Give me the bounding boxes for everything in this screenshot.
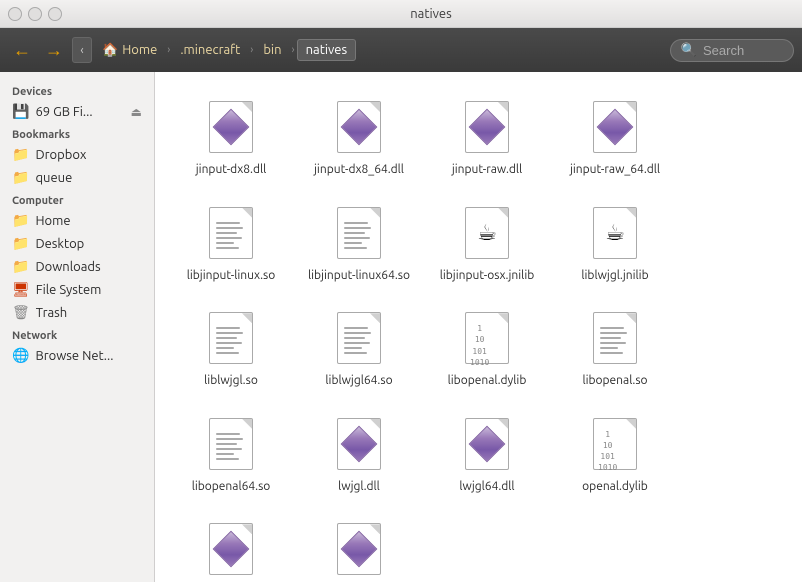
file-item[interactable]: liblwjgl.so bbox=[171, 299, 291, 397]
home-icon: 🏠 bbox=[102, 43, 118, 58]
file-item[interactable]: libjinput-linux64.so bbox=[299, 194, 419, 292]
file-icon bbox=[204, 413, 258, 475]
back-button[interactable]: ← bbox=[8, 36, 36, 64]
file-name: libopenal.so bbox=[582, 373, 647, 389]
search-icon: 🔍 bbox=[681, 43, 697, 58]
file-item[interactable]: libjinput-linux.so bbox=[171, 194, 291, 292]
sidebar-item-desktop[interactable]: 📁 Desktop bbox=[0, 232, 154, 255]
file-icon bbox=[460, 413, 514, 475]
trash-icon: 🗑 bbox=[12, 304, 30, 321]
file-icon bbox=[204, 96, 258, 158]
toolbar: ← → ‹ 🏠 Home › .minecraft › bin › native… bbox=[0, 28, 802, 72]
forward-button[interactable]: → bbox=[40, 36, 68, 64]
breadcrumb-natives[interactable]: natives bbox=[297, 39, 356, 61]
hdd-icon: 💾 bbox=[12, 103, 29, 120]
file-item[interactable]: jinput-dx8_64.dll bbox=[299, 88, 419, 186]
file-item[interactable]: lwjgl.dll bbox=[299, 405, 419, 503]
file-item[interactable]: OpenAL64.dll bbox=[299, 510, 419, 582]
file-icon: ☕ bbox=[460, 202, 514, 264]
titlebar: natives bbox=[0, 0, 802, 28]
file-icon: 1101011010 bbox=[588, 413, 642, 475]
file-item[interactable]: liblwjgl64.so bbox=[299, 299, 419, 397]
file-item[interactable]: OpenAL32.dll bbox=[171, 510, 291, 582]
file-name: liblwjgl.so bbox=[204, 373, 258, 389]
sidebar-item-home[interactable]: 📁 Home bbox=[0, 209, 154, 232]
sidebar-item-hdd[interactable]: 💾 69 GB Fi... ⏏ bbox=[0, 100, 154, 123]
file-item[interactable]: jinput-raw.dll bbox=[427, 88, 547, 186]
sidebar-item-queue[interactable]: 📁 queue bbox=[0, 166, 154, 189]
file-name: liblwjgl64.so bbox=[325, 373, 392, 389]
close-button[interactable] bbox=[8, 7, 22, 21]
eject-icon[interactable]: ⏏ bbox=[131, 105, 142, 119]
breadcrumb-minecraft[interactable]: .minecraft bbox=[172, 40, 248, 60]
file-item[interactable]: lwjgl64.dll bbox=[427, 405, 547, 503]
file-item[interactable]: ☕ libjinput-osx.jnilib bbox=[427, 194, 547, 292]
window-title: natives bbox=[68, 7, 794, 21]
search-input[interactable] bbox=[703, 43, 783, 58]
file-name: jinput-dx8.dll bbox=[196, 162, 267, 178]
desktop-folder-icon: 📁 bbox=[12, 235, 29, 252]
file-area: jinput-dx8.dll jinput-dx8_64.dll jinput-… bbox=[155, 72, 802, 582]
file-icon bbox=[204, 202, 258, 264]
file-name: jinput-dx8_64.dll bbox=[314, 162, 404, 178]
downloads-folder-icon: 📁 bbox=[12, 258, 29, 275]
breadcrumb-bin[interactable]: bin bbox=[255, 40, 289, 60]
sidebar-item-trash[interactable]: 🗑 Trash bbox=[0, 301, 154, 324]
file-item[interactable]: 1101011010 libopenal.dylib bbox=[427, 299, 547, 397]
file-item[interactable]: libopenal.so bbox=[555, 299, 675, 397]
sidebar-item-dropbox[interactable]: 📁 Dropbox bbox=[0, 143, 154, 166]
sidebar: Devices 💾 69 GB Fi... ⏏ Bookmarks 📁 Drop… bbox=[0, 72, 155, 582]
file-name: libjinput-osx.jnilib bbox=[440, 268, 535, 284]
file-icon bbox=[332, 518, 386, 580]
file-icon bbox=[204, 518, 258, 580]
file-icon bbox=[460, 96, 514, 158]
file-name: jinput-raw.dll bbox=[452, 162, 522, 178]
file-item[interactable]: libopenal64.so bbox=[171, 405, 291, 503]
file-icon bbox=[332, 413, 386, 475]
file-name: libopenal.dylib bbox=[448, 373, 527, 389]
file-item[interactable]: jinput-raw_64.dll bbox=[555, 88, 675, 186]
file-icon: ☕ bbox=[588, 202, 642, 264]
file-name: lwjgl.dll bbox=[338, 479, 380, 495]
maximize-button[interactable] bbox=[48, 7, 62, 21]
file-icon bbox=[588, 307, 642, 369]
filesystem-icon: 🖥 bbox=[12, 281, 30, 298]
folder-icon: 📁 bbox=[12, 146, 29, 163]
file-name: libjinput-linux64.so bbox=[308, 268, 410, 284]
file-name: openal.dylib bbox=[582, 479, 648, 495]
file-icon bbox=[332, 96, 386, 158]
minimize-button[interactable] bbox=[28, 7, 42, 21]
file-name: libjinput-linux.so bbox=[187, 268, 276, 284]
network-icon: 🌐 bbox=[12, 347, 29, 364]
file-name: lwjgl64.dll bbox=[459, 479, 514, 495]
home-folder-icon: 📁 bbox=[12, 212, 29, 229]
sidebar-section-devices: Devices bbox=[0, 80, 154, 100]
file-name: liblwjgl.jnilib bbox=[581, 268, 648, 284]
file-name: jinput-raw_64.dll bbox=[570, 162, 660, 178]
sidebar-section-computer: Computer bbox=[0, 189, 154, 209]
file-item[interactable]: 1101011010 openal.dylib bbox=[555, 405, 675, 503]
file-name: libopenal64.so bbox=[192, 479, 271, 495]
breadcrumb-toggle[interactable]: ‹ bbox=[72, 37, 92, 63]
folder-icon: 📁 bbox=[12, 169, 29, 186]
sidebar-item-filesystem[interactable]: 🖥 File System bbox=[0, 278, 154, 301]
file-icon: 1101011010 bbox=[460, 307, 514, 369]
file-icon bbox=[332, 307, 386, 369]
file-icon bbox=[332, 202, 386, 264]
sidebar-item-downloads[interactable]: 📁 Downloads bbox=[0, 255, 154, 278]
sidebar-section-bookmarks: Bookmarks bbox=[0, 123, 154, 143]
sidebar-section-network: Network bbox=[0, 324, 154, 344]
breadcrumb: ‹ 🏠 Home › .minecraft › bin › natives bbox=[72, 37, 666, 63]
file-icon bbox=[204, 307, 258, 369]
file-item[interactable]: ☕ liblwjgl.jnilib bbox=[555, 194, 675, 292]
search-box[interactable]: 🔍 bbox=[670, 39, 794, 62]
breadcrumb-home[interactable]: 🏠 Home bbox=[94, 40, 165, 61]
sidebar-item-network[interactable]: 🌐 Browse Net... bbox=[0, 344, 154, 367]
file-icon bbox=[588, 96, 642, 158]
file-item[interactable]: jinput-dx8.dll bbox=[171, 88, 291, 186]
main-area: Devices 💾 69 GB Fi... ⏏ Bookmarks 📁 Drop… bbox=[0, 72, 802, 582]
